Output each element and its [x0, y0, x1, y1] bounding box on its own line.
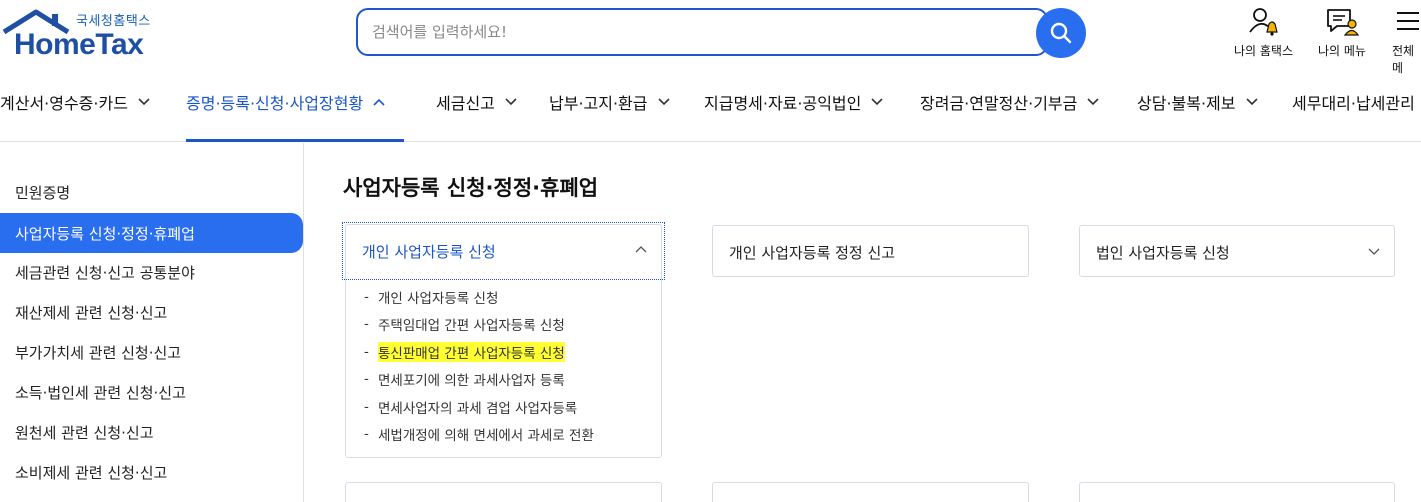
- gnb-item-statements[interactable]: 지급명세·자료·공익법인: [704, 90, 883, 114]
- card-next-row[interactable]: [1079, 482, 1395, 502]
- chevron-up-icon: [373, 98, 385, 106]
- hometax-logo[interactable]: 국세청홈택스 HomeTax: [2, 6, 162, 62]
- search-icon: [1050, 22, 1072, 44]
- gnb-label: 납부·고지·환급: [549, 94, 648, 113]
- list-item[interactable]: - 통신판매업 간편 사업자등록 신청: [364, 338, 654, 366]
- global-nav: 계산서·영수증·카드 증명·등록·신청·사업장현황 세금신고 납부·고지·환급 …: [0, 68, 1421, 142]
- menu-user-icon: [1327, 9, 1359, 36]
- sidebar-item-common-applications[interactable]: 세금관련 신청·신고 공통분야: [0, 252, 303, 292]
- gnb-item-payment[interactable]: 납부·고지·환급: [549, 90, 670, 114]
- gnb-label: 세금신고: [436, 94, 495, 113]
- dash-icon: -: [364, 426, 369, 443]
- sidebar-item-label: 원천세 관련 신청·신고: [15, 423, 154, 442]
- dash-icon: -: [364, 316, 369, 333]
- sidebar-item-business-registration[interactable]: 사업자등록 신청·정정·휴폐업: [0, 213, 303, 253]
- gnb-item-certificates[interactable]: 증명·등록·신청·사업장현황: [186, 90, 385, 114]
- card-individual-correction-header: 개인 사업자등록 정정 신고: [713, 226, 1028, 278]
- gnb-item-tax-agent[interactable]: 세무대리·납세관리: [1292, 90, 1415, 114]
- dash-icon: -: [364, 343, 369, 360]
- dash-icon: -: [364, 371, 369, 388]
- gnb-label: 상담·불복·제보: [1137, 94, 1236, 113]
- gnb-item-receipts[interactable]: 계산서·영수증·카드: [0, 90, 150, 114]
- user-bell-icon: [1248, 8, 1278, 36]
- chevron-down-icon: [1368, 248, 1380, 255]
- gnb-label: 장려금·연말정산·기부금: [920, 94, 1078, 113]
- chevron-down-icon: [657, 98, 670, 106]
- sidebar-item-civil-certificates[interactable]: 민원증명: [0, 172, 303, 212]
- card-title: 개인 사업자등록 정정 신고: [729, 243, 896, 262]
- list-item[interactable]: - 주택임대업 간편 사업자등록 신청: [364, 311, 654, 339]
- card-sublist: - 개인 사업자등록 신청 - 주택임대업 간편 사업자등록 신청 - 통신판매업 간…: [364, 283, 654, 448]
- gnb-item-tax-return[interactable]: 세금신고: [436, 90, 517, 114]
- dash-icon: -: [364, 288, 369, 305]
- list-item[interactable]: - 개인 사업자등록 신청: [364, 283, 654, 311]
- search-box: [356, 8, 1048, 56]
- chevron-down-icon: [138, 98, 150, 106]
- list-item[interactable]: - 면세포기에 의한 과세사업자 등록: [364, 366, 654, 394]
- sidebar-item-label: 소득·법인세 관련 신청·신고: [15, 383, 186, 402]
- chevron-down-icon: [505, 98, 517, 106]
- list-item-label-highlighted: 통신판매업 간편 사업자등록 신청: [378, 341, 565, 362]
- list-item[interactable]: - 면세사업자의 과세 겸업 사업자등록: [364, 393, 654, 421]
- dash-icon: -: [364, 398, 369, 415]
- sidebar-item-vat[interactable]: 부가가치세 관련 신청·신고: [0, 332, 303, 372]
- list-item-label: 면세포기에 의한 과세사업자 등록: [378, 373, 565, 390]
- all-menu-button[interactable]: 전체메: [1392, 6, 1421, 76]
- card-next-row[interactable]: [345, 482, 662, 502]
- gnb-label: 계산서·영수증·카드: [0, 94, 128, 113]
- list-item-label: 세법개정에 의해 면세에서 과세로 전환: [378, 428, 594, 445]
- gnb-item-incentives[interactable]: 장려금·연말정산·기부금: [920, 90, 1099, 114]
- list-item-label: 주택임대업 간편 사업자등록 신청: [378, 318, 565, 335]
- util-label: 나의 홈택스: [1234, 44, 1294, 58]
- my-hometax-button[interactable]: 나의 홈택스: [1234, 6, 1293, 59]
- focus-ring: [342, 222, 665, 280]
- util-label: 나의 메뉴: [1318, 44, 1366, 58]
- search-button[interactable]: [1036, 8, 1086, 58]
- card-individual-correction[interactable]: 개인 사업자등록 정정 신고: [712, 225, 1029, 277]
- list-item-label: 면세사업자의 과세 겸업 사업자등록: [378, 400, 578, 417]
- card-corporate-registration[interactable]: 법인 사업자등록 신청: [1079, 225, 1395, 277]
- card-corporate-registration-header: 법인 사업자등록 신청: [1080, 226, 1394, 278]
- logo-title: HomeTax: [14, 28, 144, 61]
- logo-subtitle: 국세청홈택스: [76, 14, 151, 29]
- gnb-item-consulting[interactable]: 상담·불복·제보: [1137, 90, 1258, 114]
- sidebar-item-label: 사업자등록 신청·정정·휴폐업: [15, 224, 195, 243]
- active-tab-indicator: [186, 139, 404, 142]
- gnb-label: 지급명세·자료·공익법인: [704, 94, 862, 113]
- card-title: 법인 사업자등록 신청: [1096, 243, 1230, 262]
- gnb-label: 세무대리·납세관리: [1292, 94, 1415, 113]
- chevron-down-icon: [1087, 98, 1099, 106]
- sidebar-item-property-tax[interactable]: 재산제세 관련 신청·신고: [0, 292, 303, 332]
- sidebar-item-consumption-tax[interactable]: 소비제세 관련 신청·신고: [0, 452, 303, 492]
- gnb-label: 증명·등록·신청·사업장현황: [186, 94, 364, 113]
- sidebar: 민원증명 사업자등록 신청·정정·휴폐업 세금관련 신청·신고 공통분야 재산제…: [0, 143, 304, 502]
- sidebar-item-label: 세금관련 신청·신고 공통분야: [15, 263, 195, 282]
- page-title: 사업자등록 신청·정정·휴폐업: [343, 176, 599, 200]
- sidebar-item-label: 부가가치세 관련 신청·신고: [15, 343, 182, 362]
- my-menu-button[interactable]: 나의 메뉴: [1318, 6, 1366, 59]
- sidebar-item-income-corporate-tax[interactable]: 소득·법인세 관련 신청·신고: [0, 372, 303, 412]
- sidebar-item-label: 소비제세 관련 신청·신고: [15, 463, 168, 482]
- list-item-label: 개인 사업자등록 신청: [378, 290, 499, 307]
- search-input[interactable]: [372, 10, 1032, 53]
- chevron-down-icon: [871, 98, 883, 106]
- chevron-down-icon: [1245, 98, 1258, 106]
- sidebar-item-withholding-tax[interactable]: 원천세 관련 신청·신고: [0, 412, 303, 452]
- sidebar-item-label: 재산제세 관련 신청·신고: [15, 303, 168, 322]
- card-next-row[interactable]: [712, 482, 1029, 502]
- list-item[interactable]: - 세법개정에 의해 면세에서 과세로 전환: [364, 421, 654, 449]
- sidebar-item-label: 민원증명: [15, 183, 71, 202]
- hamburger-icon: [1396, 12, 1419, 30]
- header: 국세청홈택스 HomeTax 나의 홈택스 나의 메뉴: [0, 0, 1421, 75]
